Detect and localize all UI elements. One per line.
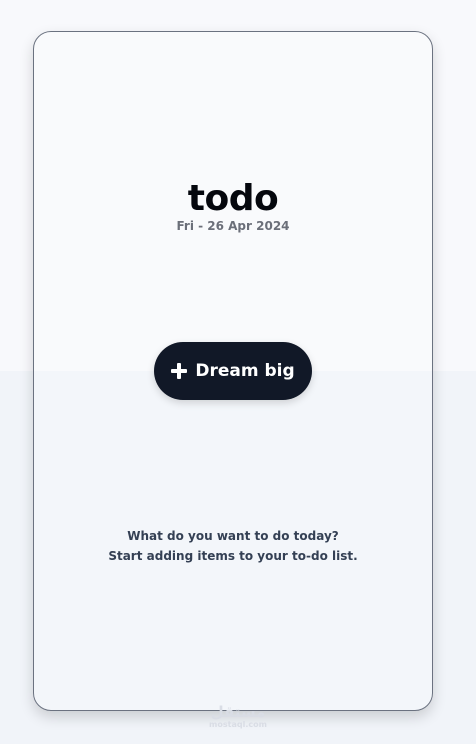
todo-card: todo Fri - 26 Apr 2024 Dream big What do… [33, 31, 433, 711]
watermark-arabic: مستقل [210, 703, 266, 721]
empty-state-message: What do you want to do today? Start addi… [34, 526, 432, 566]
empty-state-line-1: What do you want to do today? [127, 529, 339, 543]
mostaql-watermark: مستقل mostaql.com [0, 705, 476, 730]
current-date: Fri - 26 Apr 2024 [176, 219, 290, 233]
plus-icon [171, 363, 188, 379]
watermark-latin: mostaql.com [209, 720, 267, 729]
dream-big-label: Dream big [195, 361, 295, 381]
empty-state-line-2: Start adding items to your to-do list. [108, 549, 358, 563]
dream-big-button[interactable]: Dream big [154, 342, 312, 400]
page-title: todo [187, 178, 279, 219]
